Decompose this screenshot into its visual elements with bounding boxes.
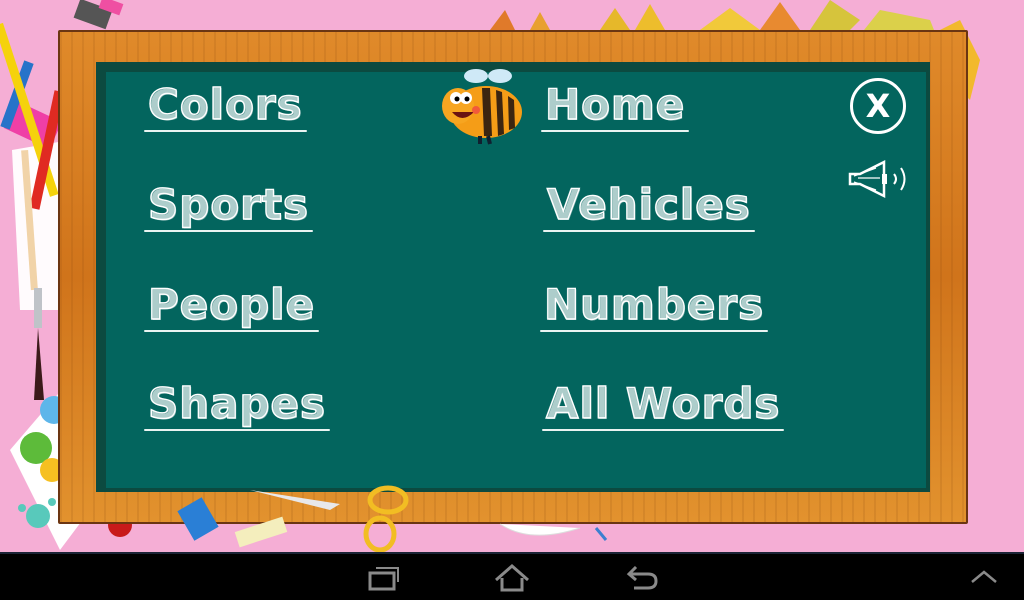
underline [541,130,690,132]
menu-item-people[interactable]: People [144,283,320,332]
menu-item-label: Sports [147,180,309,229]
app-screen: Colors Sports People Shapes Home Vehicle… [0,0,1024,552]
underline [144,429,331,431]
underline [540,330,769,332]
home-icon[interactable] [492,564,532,592]
menu-item-home[interactable]: Home [541,83,690,132]
underline [144,330,320,332]
menu-item-label: Shapes [147,379,327,428]
menu-item-shapes[interactable]: Shapes [144,382,331,431]
recent-apps-icon[interactable] [364,564,404,592]
system-navigation-bar [0,552,1024,600]
underline [543,230,755,232]
speaker-icon[interactable] [846,158,916,200]
menu-item-colors[interactable]: Colors [144,83,307,132]
menu-item-vehicles[interactable]: Vehicles [543,183,755,232]
underline [144,230,313,232]
menu-item-numbers[interactable]: Numbers [540,283,769,332]
desk-items-decoration [177,485,608,552]
menu-item-label: Numbers [543,280,765,329]
menu-item-label: Home [544,80,686,129]
underline [542,429,785,431]
menu-item-label: People [147,280,316,329]
menu-item-all-words[interactable]: All Words [542,382,785,431]
menu-item-label: Vehicles [546,180,751,229]
menu-item-label: All Words [545,379,781,428]
close-button[interactable]: X [850,78,906,134]
chevron-up-icon[interactable] [964,564,1004,592]
bee-mascot [442,69,522,145]
menu-item-sports[interactable]: Sports [144,183,313,232]
menu-item-label: Colors [147,80,303,129]
back-icon[interactable] [622,564,662,592]
close-circle-icon: X [865,87,891,125]
underline [144,130,307,132]
